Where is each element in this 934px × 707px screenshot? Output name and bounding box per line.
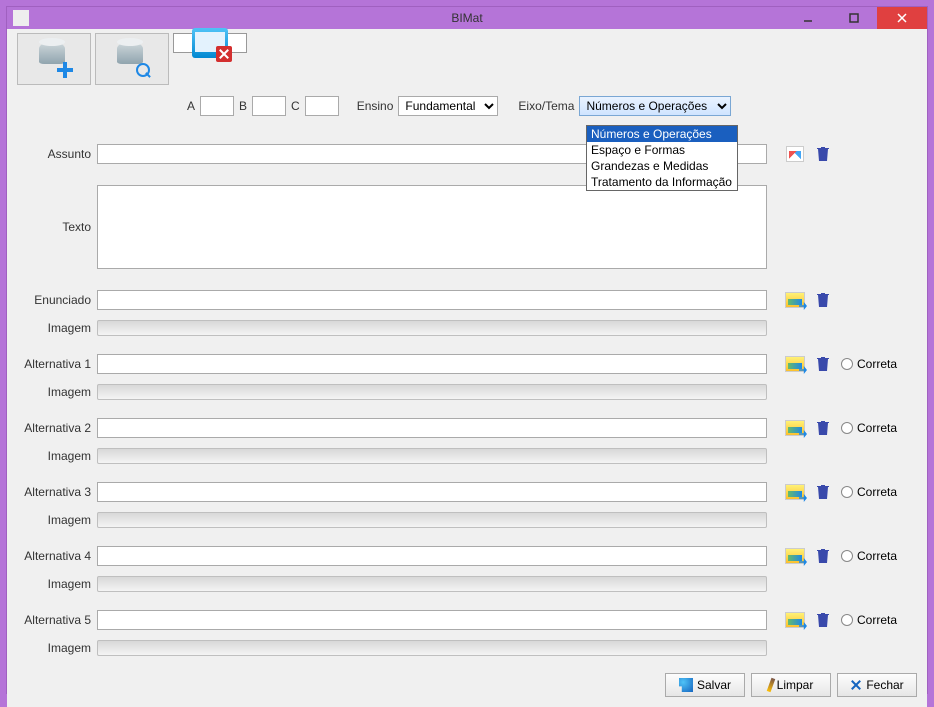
radio-correta-1[interactable] [841, 358, 853, 370]
label-c: C [291, 99, 300, 113]
image-icon [785, 612, 805, 628]
image-icon [785, 420, 805, 436]
delete-enunciado-button[interactable] [813, 290, 833, 310]
eixo-option[interactable]: Números e Operações [587, 126, 737, 142]
add-db-button[interactable] [17, 33, 91, 85]
window-icon [192, 28, 228, 58]
select-ensino[interactable]: Fundamental [398, 96, 498, 116]
top-params-row: A B C Ensino Fundamental Eixo/Tema Númer… [187, 95, 917, 117]
radio-correta-2[interactable] [841, 422, 853, 434]
label-b: B [239, 99, 247, 113]
input-texto[interactable] [97, 185, 767, 269]
window-title: BIMat [451, 11, 482, 25]
image-alt3-button[interactable] [785, 482, 805, 502]
image-icon [785, 292, 805, 308]
clear-button[interactable]: Limpar [751, 673, 831, 697]
eixo-option[interactable]: Grandezas e Medidas [587, 158, 737, 174]
close-window-button[interactable] [877, 7, 927, 29]
app-window: BIMat A B C Ensino Fundamental Eixo/Tema… [6, 6, 928, 694]
label-alt2: Alternativa 2 [17, 421, 97, 435]
label-enunciado: Enunciado [17, 293, 97, 307]
image-enunciado-button[interactable] [785, 290, 805, 310]
label-imagem: Imagem [17, 577, 97, 591]
image-icon [785, 484, 805, 500]
label-imagem: Imagem [17, 321, 97, 335]
save-button[interactable]: Salvar [665, 673, 745, 697]
save-icon [679, 678, 693, 692]
input-c[interactable] [305, 96, 339, 116]
input-alt2[interactable] [97, 418, 767, 438]
input-alt5[interactable] [97, 610, 767, 630]
label-imagem: Imagem [17, 385, 97, 399]
x-icon [216, 46, 232, 62]
imagebar-alt4 [97, 576, 767, 592]
label-a: A [187, 99, 195, 113]
label-correta: Correta [857, 421, 897, 435]
input-b[interactable] [252, 96, 286, 116]
toolbar [17, 33, 917, 85]
close-form-button[interactable] [173, 33, 247, 53]
delete-alt3-button[interactable] [813, 482, 833, 502]
chart-icon [786, 146, 804, 162]
close-icon [850, 679, 862, 691]
radio-correta-5[interactable] [841, 614, 853, 626]
image-icon [785, 548, 805, 564]
radio-correta-3[interactable] [841, 486, 853, 498]
image-alt4-button[interactable] [785, 546, 805, 566]
input-alt1[interactable] [97, 354, 767, 374]
label-imagem: Imagem [17, 641, 97, 655]
label-eixo: Eixo/Tema [518, 99, 574, 113]
input-enunciado[interactable] [97, 290, 767, 310]
delete-alt1-button[interactable] [813, 354, 833, 374]
radio-correta-4[interactable] [841, 550, 853, 562]
label-correta: Correta [857, 485, 897, 499]
save-label: Salvar [697, 678, 731, 692]
eixo-dropdown[interactable]: Números e Operações Espaço e Formas Gran… [586, 125, 738, 191]
label-correta: Correta [857, 613, 897, 627]
app-icon [13, 10, 29, 26]
delete-alt4-button[interactable] [813, 546, 833, 566]
select-eixo[interactable]: Números e Operações [579, 96, 731, 116]
label-alt5: Alternativa 5 [17, 613, 97, 627]
label-texto: Texto [17, 220, 97, 234]
input-a[interactable] [200, 96, 234, 116]
delete-assunto-button[interactable] [813, 144, 833, 164]
chart-button[interactable] [785, 144, 805, 164]
label-alt1: Alternativa 1 [17, 357, 97, 371]
close-button[interactable]: Fechar [837, 673, 917, 697]
search-db-button[interactable] [95, 33, 169, 85]
input-alt4[interactable] [97, 546, 767, 566]
label-assunto: Assunto [17, 147, 97, 161]
clear-label: Limpar [777, 678, 814, 692]
image-alt5-button[interactable] [785, 610, 805, 630]
label-correta: Correta [857, 549, 897, 563]
titlebar: BIMat [7, 7, 927, 29]
maximize-button[interactable] [831, 7, 877, 29]
label-alt3: Alternativa 3 [17, 485, 97, 499]
imagebar-alt5 [97, 640, 767, 656]
image-icon [785, 356, 805, 372]
label-alt4: Alternativa 4 [17, 549, 97, 563]
close-label: Fechar [866, 678, 903, 692]
eixo-option[interactable]: Tratamento da Informação [587, 174, 737, 190]
image-alt2-button[interactable] [785, 418, 805, 438]
label-imagem: Imagem [17, 513, 97, 527]
label-ensino: Ensino [357, 99, 394, 113]
label-imagem: Imagem [17, 449, 97, 463]
minimize-button[interactable] [785, 7, 831, 29]
plus-icon [57, 62, 73, 78]
delete-alt2-button[interactable] [813, 418, 833, 438]
eixo-option[interactable]: Espaço e Formas [587, 142, 737, 158]
imagebar-alt2 [97, 448, 767, 464]
input-alt3[interactable] [97, 482, 767, 502]
image-alt1-button[interactable] [785, 354, 805, 374]
label-correta: Correta [857, 357, 897, 371]
imagebar-enunciado [97, 320, 767, 336]
broom-icon [766, 678, 775, 693]
imagebar-alt3 [97, 512, 767, 528]
imagebar-alt1 [97, 384, 767, 400]
magnifier-icon [136, 63, 152, 79]
delete-alt5-button[interactable] [813, 610, 833, 630]
